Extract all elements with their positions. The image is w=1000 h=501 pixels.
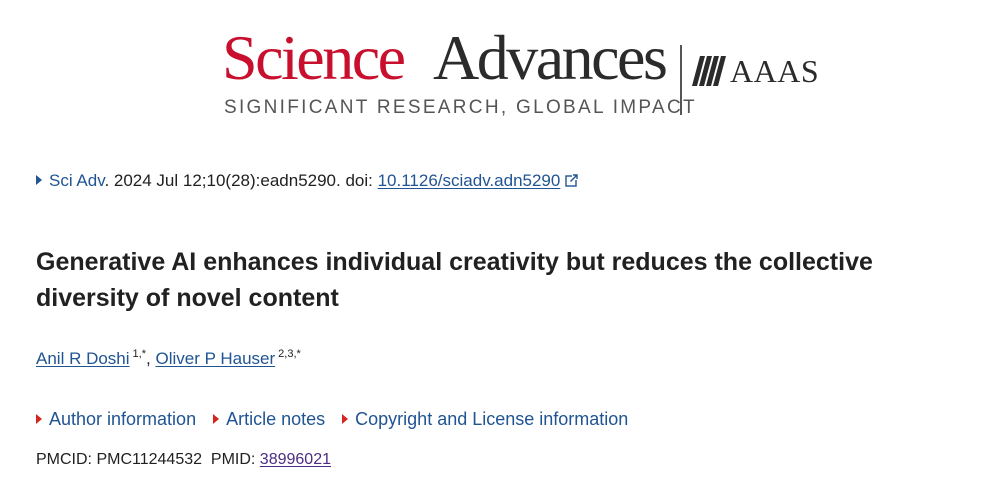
author-link[interactable]: Oliver P Hauser (155, 349, 275, 368)
author-information-toggle[interactable]: Author information (36, 409, 196, 429)
expand-triangle-icon (342, 414, 349, 424)
author-information-label[interactable]: Author information (49, 409, 196, 429)
pmid-label: PMID: (210, 451, 260, 468)
copyright-license-label[interactable]: Copyright and License information (355, 409, 628, 429)
aaas-mark-icon (692, 56, 726, 86)
citation-line: Sci Adv. 2024 Jul 12;10(28):eadn5290. do… (36, 169, 579, 193)
article-notes-toggle[interactable]: Article notes (213, 409, 325, 429)
pmcid-value: PMC11244532 (96, 451, 203, 468)
author-list: Anil R Doshi 1,*, Oliver P Hauser 2,3,* (36, 347, 301, 371)
expand-triangle-icon (213, 414, 220, 424)
journal-link[interactable]: Sci Adv (49, 171, 104, 190)
author-affiliation-marker[interactable]: 2,3,* (278, 348, 301, 360)
article-notes-label[interactable]: Article notes (226, 409, 325, 429)
article-title: Generative AI enhances individual creati… (36, 248, 873, 312)
article-info-links: Author information Article notes Copyrig… (36, 407, 640, 431)
author-affiliation-marker[interactable]: 1,* (133, 348, 146, 360)
aaas-wordmark: AAAS (730, 53, 820, 89)
masthead-divider (680, 45, 682, 115)
brand-science-wordmark: Science (222, 22, 406, 93)
article-page: Science Advances SIGNIFICANT RESEARCH, G… (0, 0, 1000, 501)
external-link-icon[interactable] (565, 174, 579, 187)
copyright-license-toggle[interactable]: Copyright and License information (342, 409, 628, 429)
pmid-link[interactable]: 38996021 (260, 451, 331, 468)
pmcid-label: PMCID: (36, 451, 97, 468)
journal-tagline: SIGNIFICANT RESEARCH, GLOBAL IMPACT (224, 97, 697, 118)
citation-details: . 2024 Jul 12;10(28):eadn5290. doi: (104, 171, 378, 190)
expand-triangle-icon[interactable] (36, 175, 42, 185)
author-link[interactable]: Anil R Doshi (36, 349, 130, 368)
article-identifiers: PMCID: PMC11244532 PMID: 38996021 (36, 448, 331, 472)
doi-link[interactable]: 10.1126/sciadv.adn5290 (378, 171, 561, 190)
journal-masthead[interactable]: Science Advances SIGNIFICANT RESEARCH, G… (222, 26, 822, 126)
aaas-logo[interactable]: AAAS (692, 54, 819, 88)
brand-advances-wordmark: Advances (433, 22, 668, 93)
expand-triangle-icon (36, 414, 42, 424)
